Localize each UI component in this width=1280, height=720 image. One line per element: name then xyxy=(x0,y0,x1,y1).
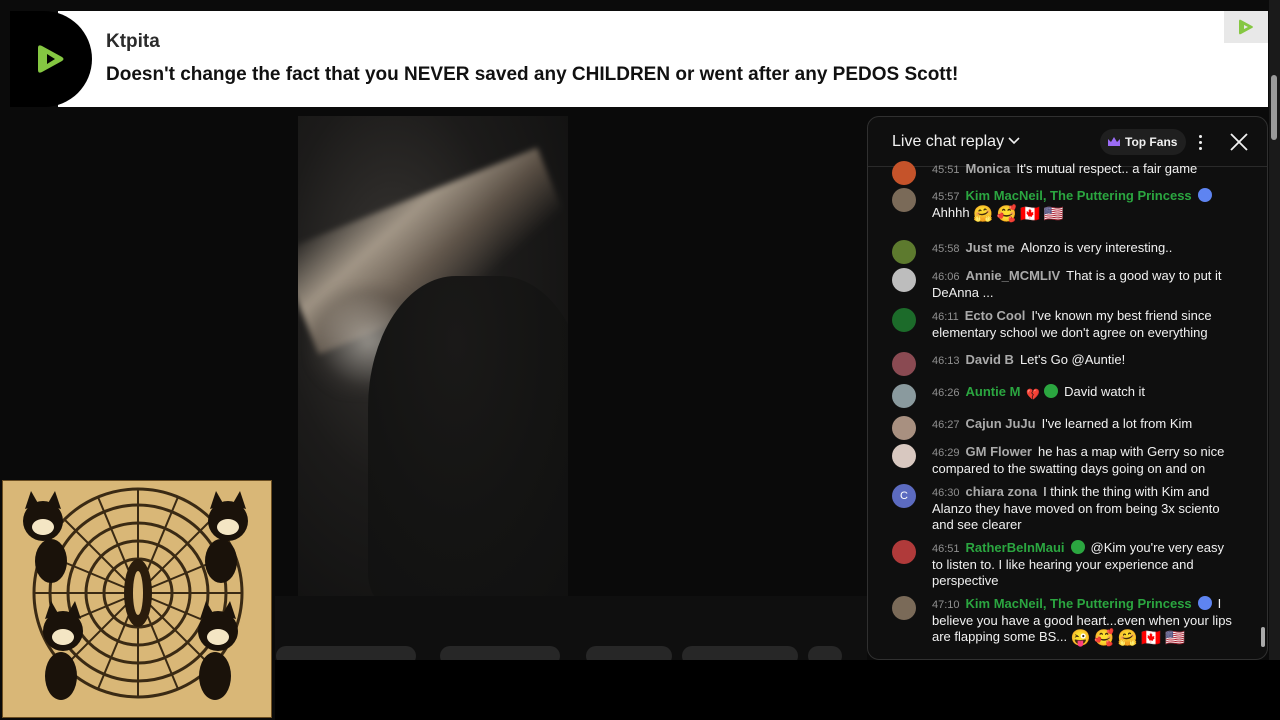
author-name[interactable]: GM Flower xyxy=(966,444,1032,459)
author-name[interactable]: Annie_MCMLIV xyxy=(966,268,1061,283)
video-frame-shadow xyxy=(368,276,568,596)
member-badge-icon xyxy=(1044,384,1059,398)
chat-message: 46:26 Auntie M 💔 David watch it xyxy=(892,384,1232,408)
chat-message: 45:51 Monica It's mutual respect.. a fair … xyxy=(892,161,1232,185)
avatar[interactable] xyxy=(892,444,916,468)
timestamp: 46:13 xyxy=(932,355,960,367)
author-name[interactable]: Auntie M xyxy=(966,384,1021,399)
author-name[interactable]: David B xyxy=(966,352,1014,367)
avatar[interactable] xyxy=(892,416,916,440)
timestamp: 46:27 xyxy=(932,419,960,431)
chat-message: C 46:30 chiara zona I think the thing with… xyxy=(892,484,1232,533)
top-fans-button[interactable]: Top Fans xyxy=(1100,129,1187,155)
us-flag-emoji: 🇺🇸 xyxy=(1043,206,1064,223)
verified-badge-icon xyxy=(1197,596,1212,610)
chat-message: 46:27 Cajun JuJu I've learned a lot from K… xyxy=(892,416,1232,440)
avatar[interactable] xyxy=(892,188,916,212)
author-name[interactable]: Monica xyxy=(966,161,1011,176)
message-text: Alonzo is very interesting.. xyxy=(1020,240,1173,255)
video-player[interactable] xyxy=(298,116,568,596)
live-chat-panel: Live chat replay Top Fans 45:51 Monica It'… xyxy=(867,116,1268,660)
page-root: Ktpita Doesn't change the fact that you … xyxy=(0,0,1280,720)
canada-flag-emoji: 🇨🇦 xyxy=(1020,206,1041,223)
close-icon[interactable] xyxy=(1228,131,1250,153)
hugging-emoji: 🤗 xyxy=(1117,630,1138,647)
eye-wheel-illustration xyxy=(3,481,271,717)
highlight-comment-banner: Ktpita Doesn't change the fact that you … xyxy=(0,0,1280,110)
chat-message: 46:11 Ecto Cool I've known my best friend … xyxy=(892,308,1232,341)
chat-message: 47:10 Kim MacNeil, The Puttering Princess… xyxy=(892,596,1232,647)
message-text: Ahhhh xyxy=(932,205,970,220)
chat-scrollbar[interactable] xyxy=(1259,167,1267,657)
chat-scrollbar-thumb[interactable] xyxy=(1261,627,1265,647)
author-name[interactable]: Just me xyxy=(966,240,1015,255)
message-text: David watch it xyxy=(1064,384,1146,399)
avatar[interactable] xyxy=(892,352,916,376)
author-name[interactable]: Cajun JuJu xyxy=(966,416,1036,431)
lower-area xyxy=(275,660,1280,720)
timestamp: 46:11 xyxy=(932,311,959,323)
chat-header: Live chat replay Top Fans xyxy=(868,117,1267,167)
member-badge-icon xyxy=(1070,540,1085,554)
avatar[interactable] xyxy=(892,308,916,332)
chat-message: 46:29 GM Flower he has a map with Gerry so… xyxy=(892,444,1232,477)
chevron-down-icon[interactable] xyxy=(1007,133,1021,147)
message-text: I've learned a lot from Kim xyxy=(1041,416,1193,431)
author-name[interactable]: RatherBeInMaui xyxy=(966,540,1065,555)
avatar[interactable] xyxy=(892,384,916,408)
timestamp: 47:10 xyxy=(932,599,960,611)
avatar[interactable] xyxy=(892,540,916,564)
banner-username: Ktpita xyxy=(106,31,160,52)
timestamp: 45:58 xyxy=(932,243,960,255)
timestamp: 46:06 xyxy=(932,271,960,283)
avatar[interactable] xyxy=(892,161,916,185)
timestamp: 45:51 xyxy=(932,164,960,176)
timestamp: 46:51 xyxy=(932,543,960,555)
author-name[interactable]: Ecto Cool xyxy=(965,308,1026,323)
smiling-hearts-emoji: 🥰 xyxy=(996,206,1017,223)
message-text: It's mutual respect.. a fair game xyxy=(1016,161,1198,176)
rumble-badge-icon xyxy=(1224,11,1268,43)
verified-badge-icon xyxy=(1197,188,1212,202)
avatar[interactable] xyxy=(892,596,916,620)
chat-message: 46:06 Annie_MCMLIV That is a good way to p… xyxy=(892,268,1232,301)
author-name[interactable]: Kim MacNeil, The Puttering Princess xyxy=(966,596,1192,611)
avatar[interactable] xyxy=(892,268,916,292)
crown-icon xyxy=(1108,137,1120,146)
more-vert-icon[interactable] xyxy=(1190,131,1210,153)
chat-message-list: 45:51 Monica It's mutual respect.. a fair … xyxy=(868,161,1258,659)
thumbnail-art xyxy=(2,480,272,718)
author-name[interactable]: Kim MacNeil, The Puttering Princess xyxy=(966,188,1192,203)
banner-message: Doesn't change the fact that you NEVER s… xyxy=(106,64,959,85)
chat-message: 46:51 RatherBeInMaui @Kim you're very easy… xyxy=(892,540,1232,589)
avatar[interactable] xyxy=(892,240,916,264)
us-flag-emoji: 🇺🇸 xyxy=(1164,630,1185,647)
timestamp: 46:29 xyxy=(932,447,960,459)
chat-message: 45:58 Just me Alonzo is very interesting.. xyxy=(892,240,1232,264)
message-text: Let's Go @Auntie! xyxy=(1019,352,1126,367)
canada-flag-emoji: 🇨🇦 xyxy=(1141,630,1162,647)
hugging-emoji: 🤗 xyxy=(973,206,994,223)
author-name[interactable]: chiara zona xyxy=(966,484,1038,499)
broken-heart-emoji: 💔 xyxy=(1026,389,1041,401)
chat-message: 46:13 David B Let's Go @Auntie! xyxy=(892,352,1232,376)
timestamp: 46:26 xyxy=(932,387,960,399)
timestamp: 46:30 xyxy=(932,487,960,499)
avatar[interactable]: C xyxy=(892,484,916,508)
banner-card xyxy=(58,11,1268,107)
chat-message: 45:57 Kim MacNeil, The Puttering Princess… xyxy=(892,188,1232,223)
page-scrollbar-thumb[interactable] xyxy=(1271,75,1277,140)
chat-title[interactable]: Live chat replay xyxy=(892,133,1004,151)
smiling-hearts-emoji: 🥰 xyxy=(1094,630,1115,647)
winking-tongue-emoji: 😜 xyxy=(1070,630,1091,647)
top-fans-label: Top Fans xyxy=(1125,135,1178,149)
timestamp: 45:57 xyxy=(932,191,960,203)
